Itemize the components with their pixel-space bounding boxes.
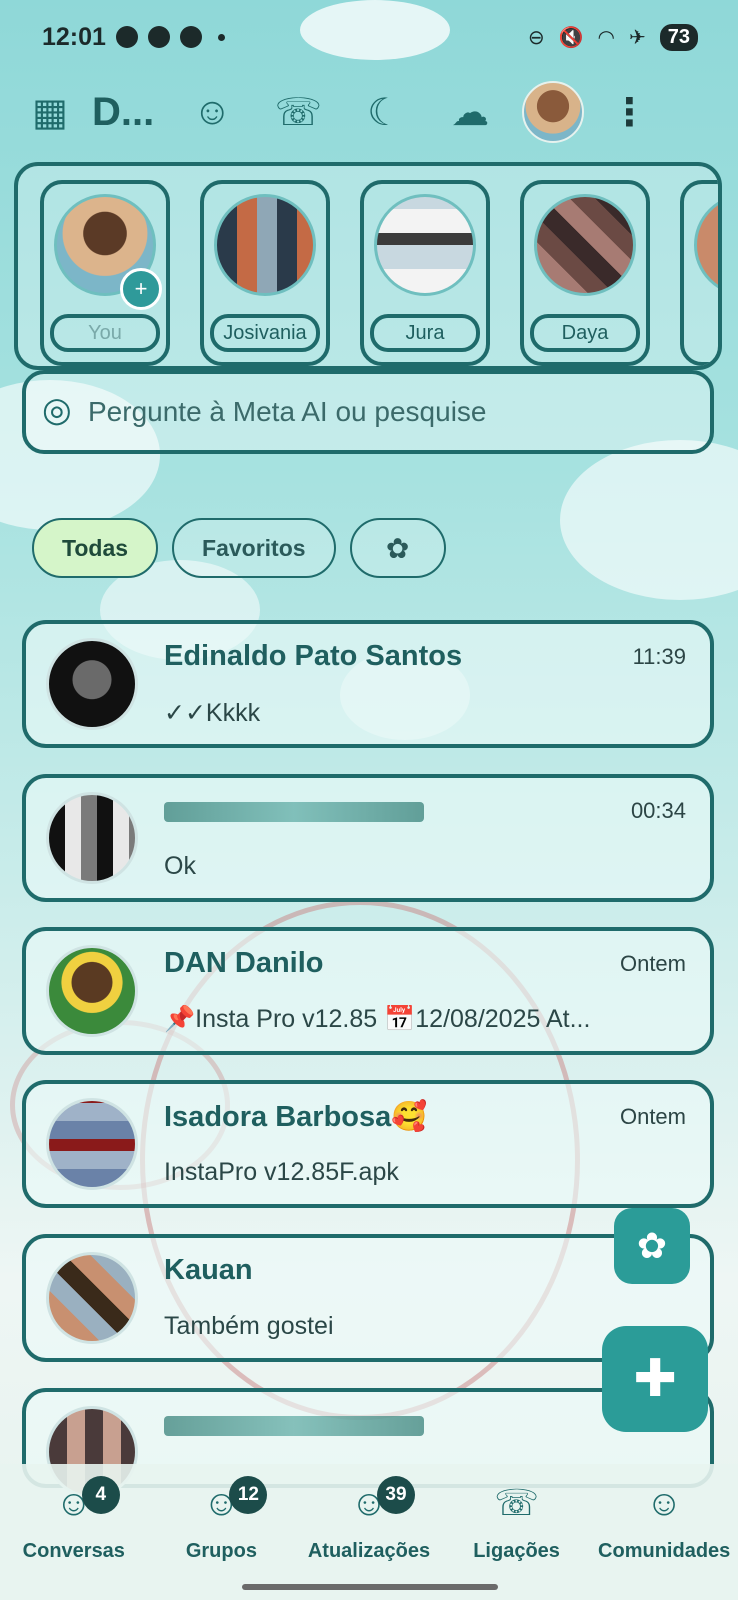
more-options-icon[interactable]: ⋮ (610, 90, 648, 135)
chat-row[interactable]: DAN Danilo Ontem 📌Insta Pro v12.85 📅12/0… (22, 927, 714, 1055)
chat-row[interactable]: Isadora Barbosa🥰 Ontem InstaPro v12.85F.… (22, 1080, 714, 1208)
add-status-icon[interactable]: + (120, 268, 162, 310)
search-bar[interactable]: ◎ Pergunte à Meta AI ou pesquise (22, 370, 714, 454)
home-indicator[interactable] (242, 1584, 498, 1590)
search-placeholder: Pergunte à Meta AI ou pesquise (88, 396, 487, 427)
chat-name: DAN Danilo (164, 947, 324, 979)
chat-preview: ✓✓Kkkk (164, 699, 261, 727)
profile-avatar[interactable] (522, 81, 585, 143)
chat-time: 00:34 (630, 798, 686, 823)
chat-preview: Ok (164, 852, 196, 880)
avatar (46, 1098, 138, 1190)
story-label: Josivania (210, 314, 320, 352)
nav-groups[interactable]: ☺ 12 Grupos (151, 1476, 291, 1600)
chat-time: Ontem (619, 951, 686, 976)
story-contact[interactable]: Daya (520, 180, 650, 366)
redacted-name (164, 802, 424, 822)
chat-name: Kauan (164, 1254, 253, 1286)
calls-icon: ☏ (494, 1482, 540, 1523)
viber-notification-icon (179, 26, 202, 48)
story-label: Jura (370, 314, 480, 352)
avatar (374, 194, 476, 296)
unread-badge: 12 (229, 1476, 268, 1514)
nav-label: Conversas (22, 1540, 125, 1562)
bottom-navigation: ☺ 4 Conversas ☺ 12 Grupos ☺ 39 Atualizaç… (0, 1464, 738, 1600)
new-chat-button[interactable]: ✚ (602, 1326, 708, 1432)
mute-icon: 🔇 (558, 26, 584, 49)
story-label: You (50, 314, 160, 352)
wifi-sticker-icon[interactable]: ☏ (268, 82, 328, 142)
nav-chats[interactable]: ☺ 4 Conversas (4, 1476, 144, 1600)
moon-sticker-icon[interactable]: ☾ (354, 82, 414, 142)
chat-time: 11:39 (632, 644, 686, 669)
status-bar: 12:01 ⊖ 🔇 ◠ ✈ 73 (0, 0, 738, 60)
chat-row[interactable]: Edinaldo Pato Santos 11:39 ✓✓Kkkk (22, 620, 714, 748)
avatar (46, 792, 138, 884)
chat-time: Ontem (619, 1104, 686, 1129)
chat-preview: 📌Insta Pro v12.85 📅12/08/2025 At... (164, 1005, 591, 1033)
meta-ai-icon: ◎ (42, 391, 72, 429)
story-contact[interactable]: Josivania (200, 180, 330, 366)
chat-name: Isadora Barbosa🥰 (164, 1101, 428, 1133)
clock: 12:01 (42, 22, 106, 51)
menu-grid-icon[interactable]: ▦ (20, 82, 80, 142)
avatar (46, 638, 138, 730)
chat-name: Edinaldo Pato Santos (164, 640, 463, 672)
filter-favorites[interactable]: Favoritos (172, 518, 336, 578)
airplane-icon: ✈ (628, 26, 646, 49)
app-title: D... (92, 89, 155, 134)
add-filter-icon[interactable]: ✿ (349, 518, 446, 578)
cloud-sticker-icon[interactable]: ☁ (440, 82, 500, 142)
avatar (214, 194, 316, 296)
chat-preview: InstaPro v12.85F.apk (164, 1158, 399, 1186)
nav-label: Grupos (185, 1540, 257, 1562)
nav-updates[interactable]: ☺ 39 Atualizações (299, 1476, 439, 1600)
avatar (46, 945, 138, 1037)
redacted-name (164, 1416, 424, 1436)
nav-label: Ligações (473, 1540, 560, 1562)
story-contact[interactable] (680, 180, 718, 366)
unread-badge: 39 (376, 1476, 415, 1514)
communities-icon: ☺ (645, 1482, 683, 1523)
avatar (694, 194, 718, 296)
avatar (534, 194, 636, 296)
unread-badge: 4 (81, 1476, 120, 1514)
chat-row[interactable]: 00:34 Ok (22, 774, 714, 902)
avatar (46, 1252, 138, 1344)
wifi-icon: ◠ (597, 26, 615, 49)
whatsapp-notification-icon (115, 26, 138, 48)
battery-indicator: 73 (659, 23, 698, 51)
meta-ai-button[interactable]: ✿ (614, 1208, 690, 1284)
story-contact[interactable]: Jura (360, 180, 490, 366)
camera-sticker-icon[interactable]: ☺ (182, 82, 242, 142)
story-label: Daya (530, 314, 640, 352)
do-not-disturb-icon: ⊖ (527, 26, 545, 49)
nav-communities[interactable]: ☺ Comunidades (594, 1482, 734, 1600)
nav-calls[interactable]: ☏ Ligações (447, 1482, 587, 1600)
nav-label: Atualizações (307, 1540, 431, 1562)
story-you[interactable]: + You (40, 180, 170, 366)
top-app-bar: ▦ D... ☺ ☏ ☾ ☁ ⋮ (20, 72, 720, 152)
more-notifications-dot (217, 33, 225, 41)
chat-filters: Todas Favoritos ✿ (32, 518, 446, 578)
filter-all[interactable]: Todas (32, 518, 159, 578)
status-stories-row: + You Josivania Jura Daya (14, 162, 722, 370)
nav-label: Comunidades (598, 1540, 731, 1562)
telegram-notification-icon (147, 26, 170, 48)
